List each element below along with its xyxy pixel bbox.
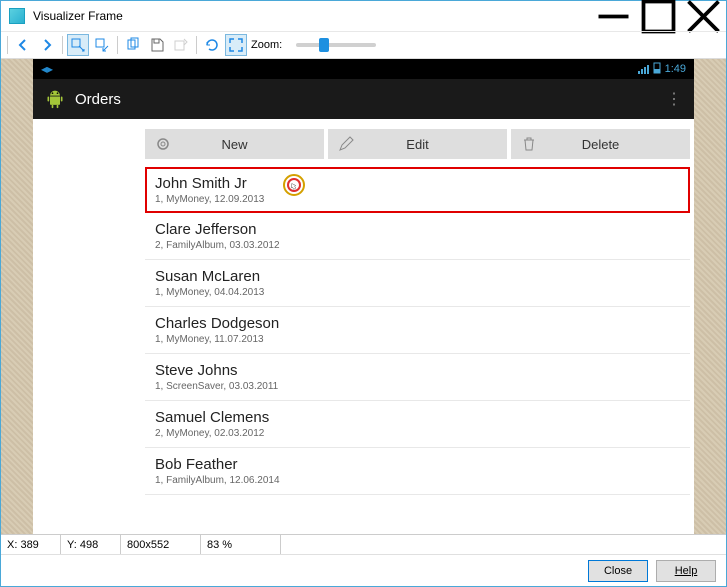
status-strip: X: 389 Y: 498 800x552 83 % xyxy=(1,534,726,554)
new-button[interactable]: New xyxy=(145,129,324,159)
minimize-button[interactable] xyxy=(591,1,636,31)
export-icon[interactable] xyxy=(170,34,192,56)
android-statusbar: ◂▸ 1:49 xyxy=(33,59,694,79)
item-name: Samuel Clemens xyxy=(155,409,682,426)
maximize-button[interactable] xyxy=(636,1,681,31)
list-item[interactable]: Samuel Clemens 2, MyMoney, 02.03.2012 xyxy=(145,401,690,448)
stage-border-right xyxy=(694,59,726,534)
button-bar: Close Help xyxy=(1,554,726,586)
item-name: John Smith Jr xyxy=(155,175,682,192)
status-empty xyxy=(281,535,726,554)
click-cursor-icon xyxy=(282,173,306,197)
stage-border-left xyxy=(1,59,33,534)
tool-hand-icon[interactable] xyxy=(91,34,113,56)
signal-icon xyxy=(638,65,649,74)
trash-icon xyxy=(521,136,537,152)
order-list: John Smith Jr 1, MyMoney, 12.09.2013 Clare… xyxy=(33,159,694,495)
app-bar: Orders ⋮ xyxy=(33,79,694,119)
android-icon xyxy=(45,89,65,109)
item-sub: 1, ScreenSaver, 03.03.2011 xyxy=(155,381,682,392)
overflow-menu-icon[interactable]: ⋮ xyxy=(666,89,682,109)
back-button[interactable] xyxy=(12,34,34,56)
close-button[interactable] xyxy=(681,1,726,31)
help-button[interactable]: Help xyxy=(656,560,716,582)
status-y: Y: 498 xyxy=(61,535,121,554)
item-sub: 2, FamilyAlbum, 03.03.2012 xyxy=(155,240,682,251)
statusbar-left-icon: ◂▸ xyxy=(41,62,53,76)
status-size: 800x552 xyxy=(121,535,201,554)
item-sub: 1, MyMoney, 04.04.2013 xyxy=(155,287,682,298)
toolbar: Zoom: xyxy=(1,31,726,59)
edit-button[interactable]: Edit xyxy=(328,129,507,159)
delete-button[interactable]: Delete xyxy=(511,129,690,159)
item-name: Clare Jefferson xyxy=(155,221,682,238)
gear-icon xyxy=(155,136,171,152)
battery-icon xyxy=(653,62,661,77)
status-zoom: 83 % xyxy=(201,535,281,554)
item-name: Steve Johns xyxy=(155,362,682,379)
pencil-icon xyxy=(338,136,354,152)
edit-label: Edit xyxy=(406,137,428,152)
forward-button[interactable] xyxy=(36,34,58,56)
item-sub: 1, FamilyAlbum, 12.06.2014 xyxy=(155,475,682,486)
item-sub: 2, MyMoney, 02.03.2012 xyxy=(155,428,682,439)
save-icon[interactable] xyxy=(146,34,168,56)
list-item[interactable]: John Smith Jr 1, MyMoney, 12.09.2013 xyxy=(145,167,690,213)
close-dialog-button[interactable]: Close xyxy=(588,560,648,582)
window-frame: Visualizer Frame Zoom: xyxy=(0,0,727,587)
list-item[interactable]: Bob Feather 1, FamilyAlbum, 12.06.2014 xyxy=(145,448,690,495)
item-sub: 1, MyMoney, 12.09.2013 xyxy=(155,194,682,205)
list-item[interactable]: Susan McLaren 1, MyMoney, 04.04.2013 xyxy=(145,260,690,307)
device-stage: ◂▸ 1:49 Orders ⋮ New xyxy=(1,59,726,534)
item-name: Susan McLaren xyxy=(155,268,682,285)
appbar-title: Orders xyxy=(75,91,121,108)
delete-label: Delete xyxy=(582,137,620,152)
item-name: Bob Feather xyxy=(155,456,682,473)
new-label: New xyxy=(221,137,247,152)
zoom-slider-thumb[interactable] xyxy=(319,38,329,52)
refresh-icon[interactable] xyxy=(201,34,223,56)
fit-icon[interactable] xyxy=(225,34,247,56)
tool-select-icon[interactable] xyxy=(67,34,89,56)
statusbar-time: 1:49 xyxy=(665,63,686,75)
list-item[interactable]: Steve Johns 1, ScreenSaver, 03.03.2011 xyxy=(145,354,690,401)
list-item[interactable]: Clare Jefferson 2, FamilyAlbum, 03.03.201… xyxy=(145,213,690,260)
app-icon xyxy=(9,8,25,24)
list-item[interactable]: Charles Dodgeson 1, MyMoney, 11.07.2013 xyxy=(145,307,690,354)
window-title: Visualizer Frame xyxy=(33,9,591,23)
zoom-slider[interactable] xyxy=(296,43,376,47)
zoom-label: Zoom: xyxy=(251,39,282,51)
status-x: X: 389 xyxy=(1,535,61,554)
item-name: Charles Dodgeson xyxy=(155,315,682,332)
copy-icon[interactable] xyxy=(122,34,144,56)
item-sub: 1, MyMoney, 11.07.2013 xyxy=(155,334,682,345)
device-screen: ◂▸ 1:49 Orders ⋮ New xyxy=(33,59,694,534)
titlebar[interactable]: Visualizer Frame xyxy=(1,1,726,31)
